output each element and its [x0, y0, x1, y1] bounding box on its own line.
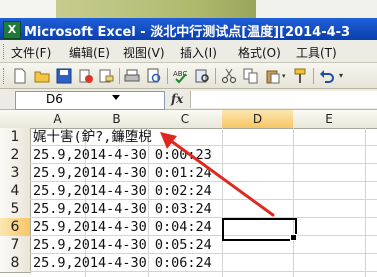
select-all-corner[interactable]: [0, 110, 31, 129]
fill-handle[interactable]: [290, 234, 297, 241]
annotation-arrow: [160, 132, 275, 217]
toolbar-grip-handle[interactable]: [3, 68, 7, 84]
row-header-7[interactable]: 7: [0, 236, 31, 255]
column-header-f[interactable]: [365, 110, 377, 129]
column-header-e[interactable]: E: [293, 110, 366, 129]
title-bar[interactable]: X Microsoft Excel - 淡北中行测试点[温度][2014-4-3: [0, 18, 377, 40]
active-cell-d6[interactable]: [222, 218, 297, 241]
new-icon[interactable]: [12, 68, 28, 84]
cell-a1[interactable]: 娓十害(鈩?,鐮堕棿: [33, 128, 152, 146]
formula-bar: D6 fx: [0, 89, 377, 110]
row-header-8[interactable]: 8: [0, 254, 31, 273]
row-header-6[interactable]: 6: [0, 218, 31, 237]
cell-a7[interactable]: 25.9,2014-4-30 0:05:24: [33, 236, 212, 254]
gridline: [365, 128, 366, 277]
formula-input[interactable]: [190, 91, 377, 108]
menu-grip-handle[interactable]: [3, 44, 7, 59]
menu-file[interactable]: 文件(F): [11, 44, 51, 61]
row-header-3[interactable]: 3: [0, 164, 31, 183]
menu-view[interactable]: 视图(V): [123, 44, 165, 61]
toolbar-separator: [167, 68, 168, 84]
spelling-icon[interactable]: ABC: [172, 68, 188, 84]
email-icon[interactable]: [98, 68, 114, 84]
toolbar-separator: [215, 68, 216, 84]
format-painter-icon[interactable]: [292, 68, 308, 84]
cell-a8[interactable]: 25.9,2014-4-30 0:06:24: [33, 254, 212, 272]
menu-format[interactable]: 格式(O): [238, 44, 281, 61]
menu-bar: 文件(F) 编辑(E) 视图(V) 插入(I) 格式(O) 工具(T): [0, 40, 377, 63]
copy-icon[interactable]: [243, 68, 259, 84]
row-header-4[interactable]: 4: [0, 182, 31, 201]
save-icon[interactable]: [56, 68, 72, 84]
menu-insert[interactable]: 插入(I): [180, 44, 217, 61]
background-photo-strip: [0, 0, 377, 18]
research-icon[interactable]: [194, 68, 210, 84]
undo-dropdown-arrow[interactable]: ▾: [339, 68, 347, 84]
insert-function-icon[interactable]: fx: [171, 92, 183, 106]
name-box[interactable]: D6: [15, 91, 165, 110]
menu-tools[interactable]: 工具(T): [296, 44, 337, 61]
column-header-c[interactable]: C: [148, 110, 223, 129]
column-header-d[interactable]: D: [222, 110, 294, 129]
toolbar-separator: [313, 68, 314, 84]
excel-app-icon[interactable]: X: [3, 21, 21, 39]
open-icon[interactable]: [34, 68, 50, 84]
toolbar-separator: [119, 68, 120, 84]
column-header-b[interactable]: B: [85, 110, 149, 129]
menu-edit[interactable]: 编辑(E): [69, 44, 110, 61]
cut-icon[interactable]: [221, 68, 237, 84]
permission-icon[interactable]: [78, 68, 94, 84]
undo-icon[interactable]: [319, 68, 335, 84]
column-header-a[interactable]: A: [30, 110, 86, 129]
paste-dropdown-arrow[interactable]: ▾: [282, 68, 288, 84]
name-box-dropdown-icon[interactable]: [112, 95, 120, 100]
worksheet-grid[interactable]: A B C D E 1 2 3 4 5 6 7 8 娓十害(鈩?,鐮堕棿 25.…: [0, 110, 377, 277]
row-header-5[interactable]: 5: [0, 200, 31, 219]
print-icon[interactable]: [124, 68, 140, 84]
paste-icon[interactable]: [265, 68, 281, 84]
gridline: [293, 128, 294, 277]
print-preview-icon[interactable]: [146, 68, 162, 84]
row-header-1[interactable]: 1: [0, 128, 31, 147]
window-title: Microsoft Excel - 淡北中行测试点[温度][2014-4-3: [24, 25, 351, 40]
standard-toolbar: ABC ▾ ▾: [0, 63, 377, 89]
cell-a6[interactable]: 25.9,2014-4-30 0:04:24: [33, 218, 212, 236]
row-header-2[interactable]: 2: [0, 146, 31, 165]
